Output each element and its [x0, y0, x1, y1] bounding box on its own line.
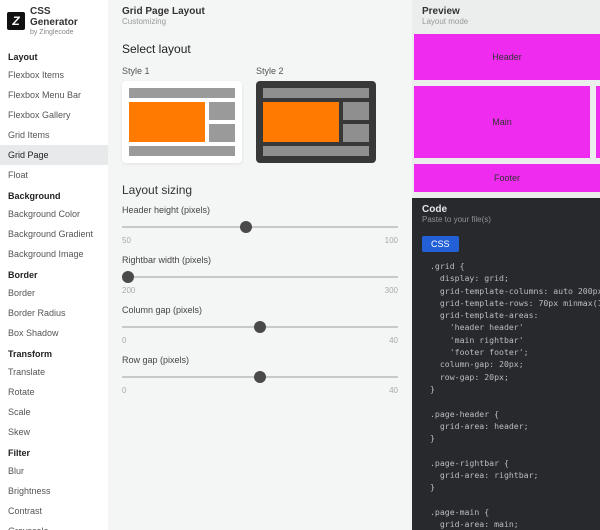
preview-subtitle: Layout mode: [422, 17, 590, 26]
nav-item[interactable]: Border Radius: [0, 303, 108, 323]
slider-max: 100: [385, 236, 398, 245]
nav-item[interactable]: Brightness: [0, 481, 108, 501]
config-title: Grid Page Layout: [122, 6, 398, 17]
slider-thumb[interactable]: [122, 271, 134, 283]
code-tabs: CSS: [422, 236, 600, 252]
slider-label: Header height (pixels): [122, 205, 398, 215]
code-header: Code Paste to your file(s): [412, 198, 600, 226]
brand: Z CSS Generator by Zinglecode: [0, 0, 108, 44]
slider: Row gap (pixels) 0 40: [122, 355, 398, 395]
nav-heading: Transform: [0, 343, 108, 362]
slider-thumb[interactable]: [254, 321, 266, 333]
preview-title: Preview: [422, 6, 590, 17]
brand-subtitle: by Zinglecode: [30, 29, 101, 36]
code-body[interactable]: .grid { display: grid; grid-template-col…: [412, 252, 600, 530]
sidebar: Z CSS Generator by Zinglecode LayoutFlex…: [0, 0, 108, 530]
slider-track[interactable]: [122, 371, 398, 383]
nav-heading: Layout: [0, 46, 108, 65]
nav-item[interactable]: Border: [0, 283, 108, 303]
preview-rightbar-box: [596, 86, 600, 158]
tab-css[interactable]: CSS: [422, 236, 459, 252]
nav-item[interactable]: Flexbox Items: [0, 65, 108, 85]
brand-text: CSS Generator by Zinglecode: [30, 6, 101, 36]
slider-label: Row gap (pixels): [122, 355, 398, 365]
code-panel: Code Paste to your file(s) CSS .grid { d…: [412, 198, 600, 530]
nav-heading: Filter: [0, 442, 108, 461]
logo-icon: Z: [7, 12, 25, 30]
nav-heading: Border: [0, 264, 108, 283]
style-2-label: Style 2: [256, 66, 376, 76]
preview-header-box: Header: [414, 34, 600, 80]
slider-track[interactable]: [122, 221, 398, 233]
slider-max: 300: [385, 286, 398, 295]
sidebar-nav: LayoutFlexbox ItemsFlexbox Menu BarFlexb…: [0, 46, 108, 530]
brand-title: CSS Generator: [30, 6, 101, 28]
sliders-container: Header height (pixels) 50 100 Rightbar widt…: [122, 205, 398, 395]
nav-item[interactable]: Scale: [0, 402, 108, 422]
nav-item[interactable]: Contrast: [0, 501, 108, 521]
slider-min: 0: [122, 336, 126, 345]
nav-item[interactable]: Grid Items: [0, 125, 108, 145]
slider-min: 0: [122, 386, 126, 395]
slider-track[interactable]: [122, 271, 398, 283]
slider-thumb[interactable]: [254, 371, 266, 383]
code-title: Code: [422, 204, 590, 215]
slider-thumb[interactable]: [240, 221, 252, 233]
nav-item[interactable]: Skew: [0, 422, 108, 442]
nav-item[interactable]: Background Image: [0, 244, 108, 264]
nav-item[interactable]: Grayscale: [0, 521, 108, 530]
preview-footer-box: Footer: [414, 164, 600, 192]
slider-max: 40: [389, 386, 398, 395]
config-subtitle: Customizing: [122, 17, 398, 26]
style-option-2[interactable]: Style 2: [256, 66, 376, 163]
preview-main-box: Main: [414, 86, 590, 158]
style-1-label: Style 1: [122, 66, 242, 76]
slider: Rightbar width (pixels) 200 300: [122, 255, 398, 295]
nav-item[interactable]: Flexbox Menu Bar: [0, 85, 108, 105]
nav-item[interactable]: Background Color: [0, 204, 108, 224]
nav-item[interactable]: Box Shadow: [0, 323, 108, 343]
preview-area: Header Main Footer: [412, 28, 600, 198]
slider-label: Rightbar width (pixels): [122, 255, 398, 265]
select-layout-label: Select layout: [122, 42, 398, 56]
style-option-1[interactable]: Style 1: [122, 66, 242, 163]
nav-item[interactable]: Flexbox Gallery: [0, 105, 108, 125]
code-subtitle: Paste to your file(s): [422, 215, 590, 224]
nav-item[interactable]: Translate: [0, 362, 108, 382]
slider-label: Column gap (pixels): [122, 305, 398, 315]
nav-item[interactable]: Grid Page: [0, 145, 108, 165]
style-1-thumbnail: [122, 81, 242, 163]
layout-sizing-label: Layout sizing: [122, 183, 398, 197]
style-2-thumbnail: [256, 81, 376, 163]
right-panel: Preview Layout mode Header Main Footer C…: [412, 0, 600, 530]
nav-heading: Background: [0, 185, 108, 204]
nav-item[interactable]: Background Gradient: [0, 224, 108, 244]
config-panel: Grid Page Layout Customizing Select layo…: [108, 0, 412, 530]
slider: Column gap (pixels) 0 40: [122, 305, 398, 345]
slider-track[interactable]: [122, 321, 398, 333]
config-header: Grid Page Layout Customizing: [122, 0, 398, 36]
nav-item[interactable]: Rotate: [0, 382, 108, 402]
slider: Header height (pixels) 50 100: [122, 205, 398, 245]
slider-min: 200: [122, 286, 135, 295]
slider-min: 50: [122, 236, 131, 245]
nav-item[interactable]: Float: [0, 165, 108, 185]
nav-item[interactable]: Blur: [0, 461, 108, 481]
app-root: Z CSS Generator by Zinglecode LayoutFlex…: [0, 0, 600, 530]
style-row: Style 1 Style 2: [122, 66, 398, 163]
preview-header: Preview Layout mode: [412, 0, 600, 28]
slider-max: 40: [389, 336, 398, 345]
